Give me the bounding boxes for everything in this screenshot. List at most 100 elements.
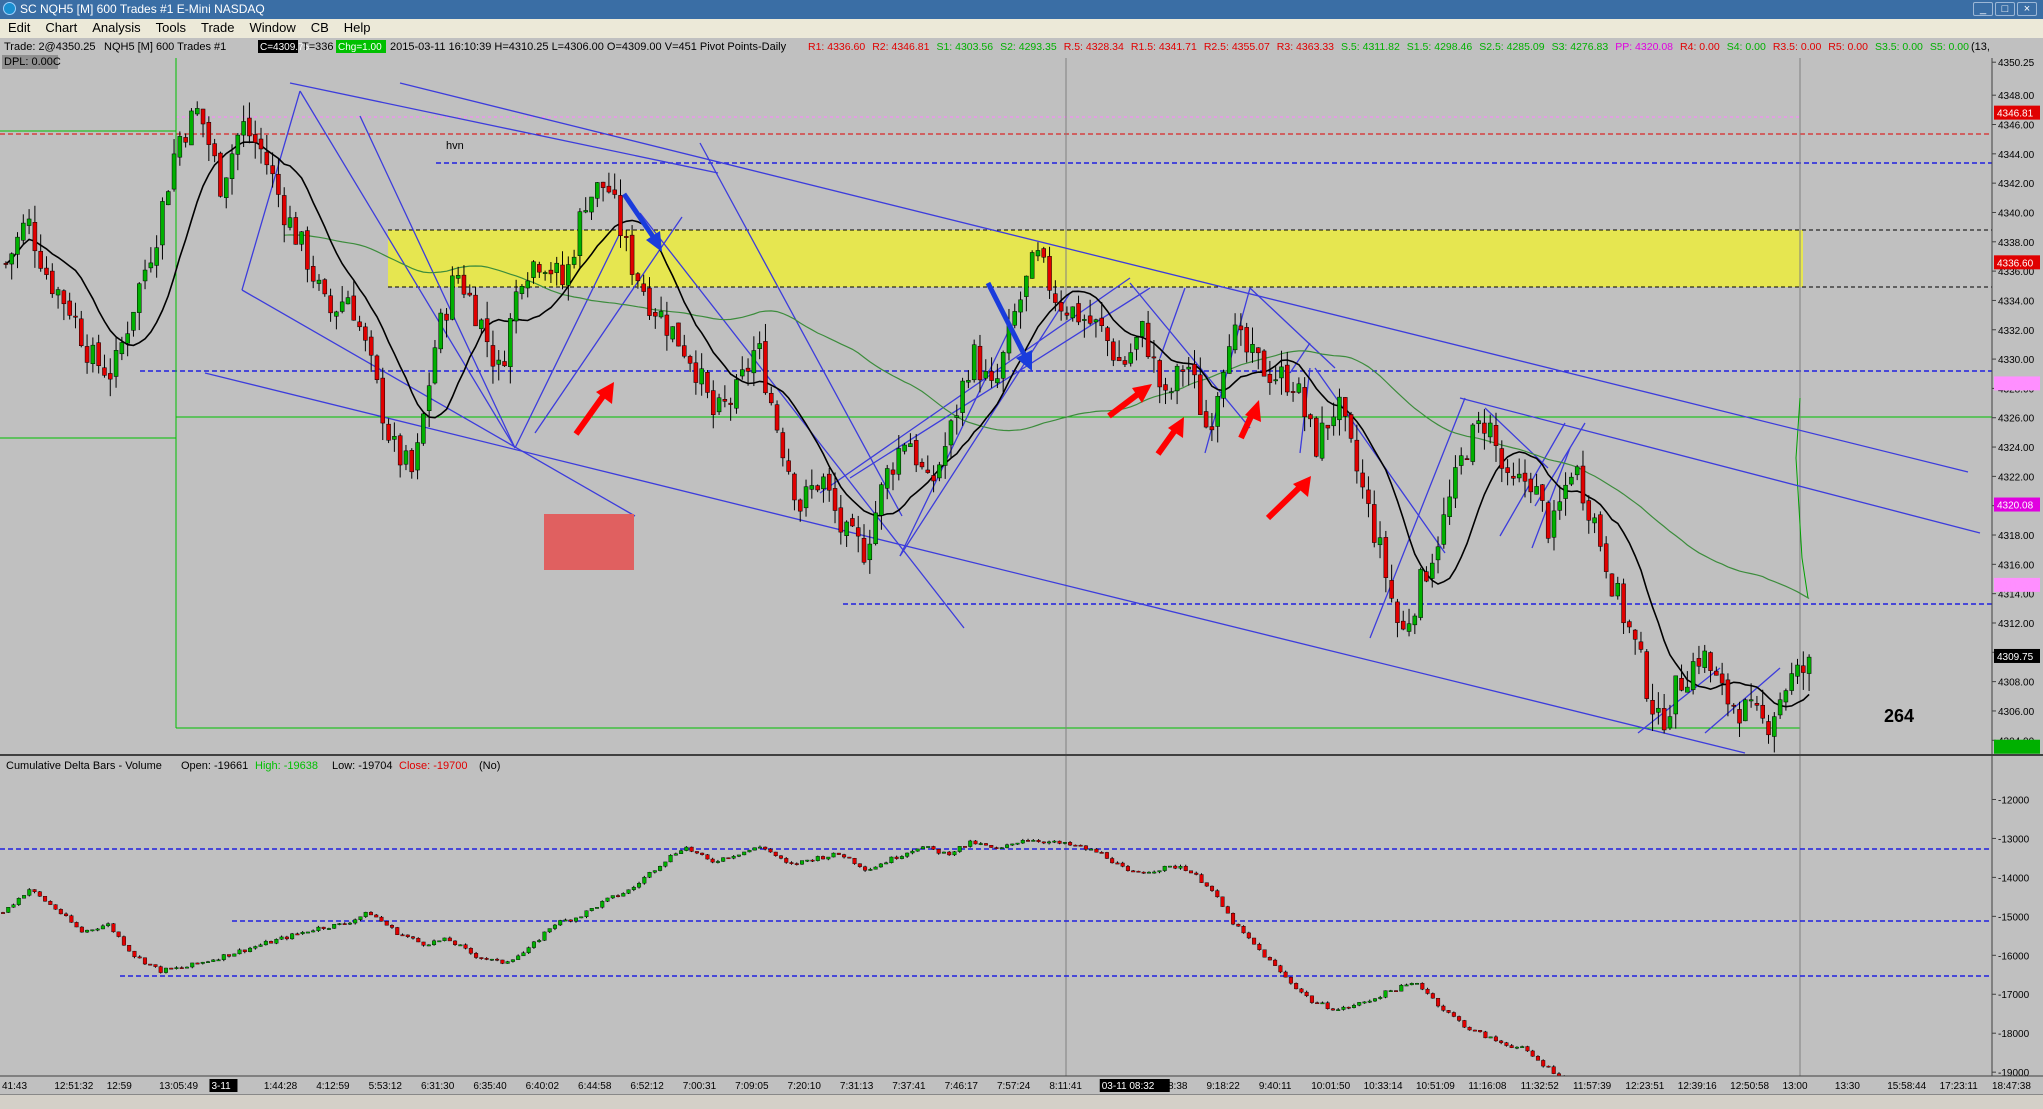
red-box-annotation[interactable]	[544, 514, 634, 570]
menu-help[interactable]: Help	[336, 19, 378, 35]
delta-bar-down	[1099, 852, 1104, 854]
candle-down	[653, 312, 658, 317]
candle-up	[415, 442, 420, 471]
candle-down	[1679, 677, 1684, 691]
candle-up	[142, 269, 148, 282]
candle-down	[711, 390, 716, 415]
candle-down	[38, 250, 43, 269]
menu-edit[interactable]: Edit	[0, 19, 37, 35]
delta-bar-up	[1514, 1046, 1519, 1049]
candle-down	[925, 469, 931, 473]
candle-up	[1656, 707, 1661, 713]
delta-bar-up	[1005, 844, 1010, 848]
delta-bar-up	[1372, 998, 1377, 1002]
candle-up	[438, 312, 444, 350]
candle-up	[513, 291, 519, 322]
delta-bar-down	[342, 923, 347, 925]
candle-down	[647, 287, 652, 316]
menu-tools[interactable]: Tools	[148, 19, 193, 35]
price-tick-label: 4338.00	[1998, 238, 2035, 249]
delta-bar-up	[22, 895, 27, 899]
candle-down	[629, 234, 635, 275]
delta-bar-up	[305, 931, 310, 934]
subgraph-flag: (No)	[479, 760, 500, 772]
candle-down	[102, 367, 107, 376]
delta-bar-up	[263, 941, 268, 946]
delta-bar-up	[489, 958, 494, 961]
delta-bar-up	[11, 904, 16, 908]
candle-up	[1296, 383, 1302, 393]
delta-bar-down	[468, 948, 473, 954]
delta-bar-up	[1520, 1046, 1525, 1048]
delta-bar-up	[426, 944, 431, 947]
close-icon[interactable]: ×	[2017, 2, 2037, 16]
delta-bar-up	[899, 856, 904, 859]
menu-trade[interactable]: Trade	[193, 19, 241, 35]
candle-up	[160, 201, 165, 246]
delta-bar-up	[884, 862, 889, 865]
pivot-level: S3: 4276.83	[1552, 41, 1609, 53]
pivot-level: S5: 0.00	[1930, 41, 1969, 53]
candle-up	[757, 343, 762, 349]
menu-analysis[interactable]: Analysis	[84, 19, 147, 35]
menu-window[interactable]: Window	[241, 19, 302, 35]
candle-down	[687, 356, 693, 364]
time-axis[interactable]: 41:43 12:51:32 12:59 13:05:49 3-11 1:44:28 4:1…	[0, 1075, 2043, 1094]
candle-up	[1221, 372, 1226, 399]
delta-bar-down	[137, 956, 142, 959]
delta-bar-down	[1183, 865, 1188, 871]
candle-up	[55, 289, 61, 296]
price-tick-label: 4322.00	[1998, 472, 2035, 483]
delta-bar-down	[705, 854, 710, 860]
delta-bar-up	[1409, 983, 1414, 986]
pivot-level: R.5: 4328.34	[1064, 41, 1124, 53]
maximize-icon[interactable]: □	[1995, 2, 2015, 16]
delta-bar-down	[842, 854, 847, 858]
price-label-text: 4336.60	[1997, 258, 2034, 269]
candle-up	[21, 222, 26, 241]
candle-down	[1058, 302, 1064, 312]
candle-down	[1180, 369, 1186, 372]
candle-down	[931, 475, 936, 482]
time-label: 7:46:17	[945, 1081, 979, 1092]
delta-bar-up	[600, 901, 605, 908]
delta-bar-up	[1015, 842, 1020, 845]
candle-up	[1412, 615, 1418, 626]
delta-bar-down	[158, 966, 163, 973]
delta-bar-up	[505, 961, 510, 964]
price-tick-label: 4344.00	[1998, 150, 2035, 161]
delta-bar-down	[416, 937, 421, 943]
candle-down	[728, 402, 733, 405]
delta-bar-up	[663, 861, 668, 867]
candle-up	[519, 285, 525, 294]
delta-bar-up	[326, 928, 331, 930]
candle-down	[1696, 658, 1702, 667]
menu-cb[interactable]: CB	[303, 19, 336, 35]
chart-canvas[interactable]: Trade: 2@4350.25 NQH5 [M] 600 Trades #1 …	[0, 38, 2043, 1094]
candle-down	[1766, 721, 1771, 736]
delta-bar-up	[211, 959, 216, 962]
menu-bar: Edit Chart Analysis Tools Trade Window CB Help	[0, 19, 2043, 39]
delta-bar-up	[589, 908, 594, 911]
candle-down	[1424, 571, 1429, 582]
minimize-icon[interactable]: _	[1973, 2, 1993, 16]
candle-down	[1192, 364, 1197, 376]
delta-bar-up	[736, 854, 741, 857]
delta-bar-up	[1404, 984, 1409, 987]
time-label: 6:31:30	[421, 1081, 455, 1092]
delta-bar-down	[1462, 1020, 1467, 1028]
candle-down	[61, 290, 67, 305]
candle-up	[90, 344, 96, 364]
delta-bar-down	[778, 855, 783, 859]
delta-bar-up	[1167, 865, 1172, 868]
delta-bar-down	[773, 851, 778, 856]
delta-bar-down	[1220, 896, 1225, 907]
delta-bar-down	[1225, 906, 1230, 914]
delta-bar-down	[142, 957, 147, 965]
delta-bar-down	[321, 926, 326, 929]
candle-up	[1429, 562, 1435, 579]
candle-down	[357, 321, 362, 328]
menu-chart[interactable]: Chart	[37, 19, 84, 35]
delta-bar-up	[757, 846, 762, 849]
delta-bar-up	[889, 856, 894, 864]
